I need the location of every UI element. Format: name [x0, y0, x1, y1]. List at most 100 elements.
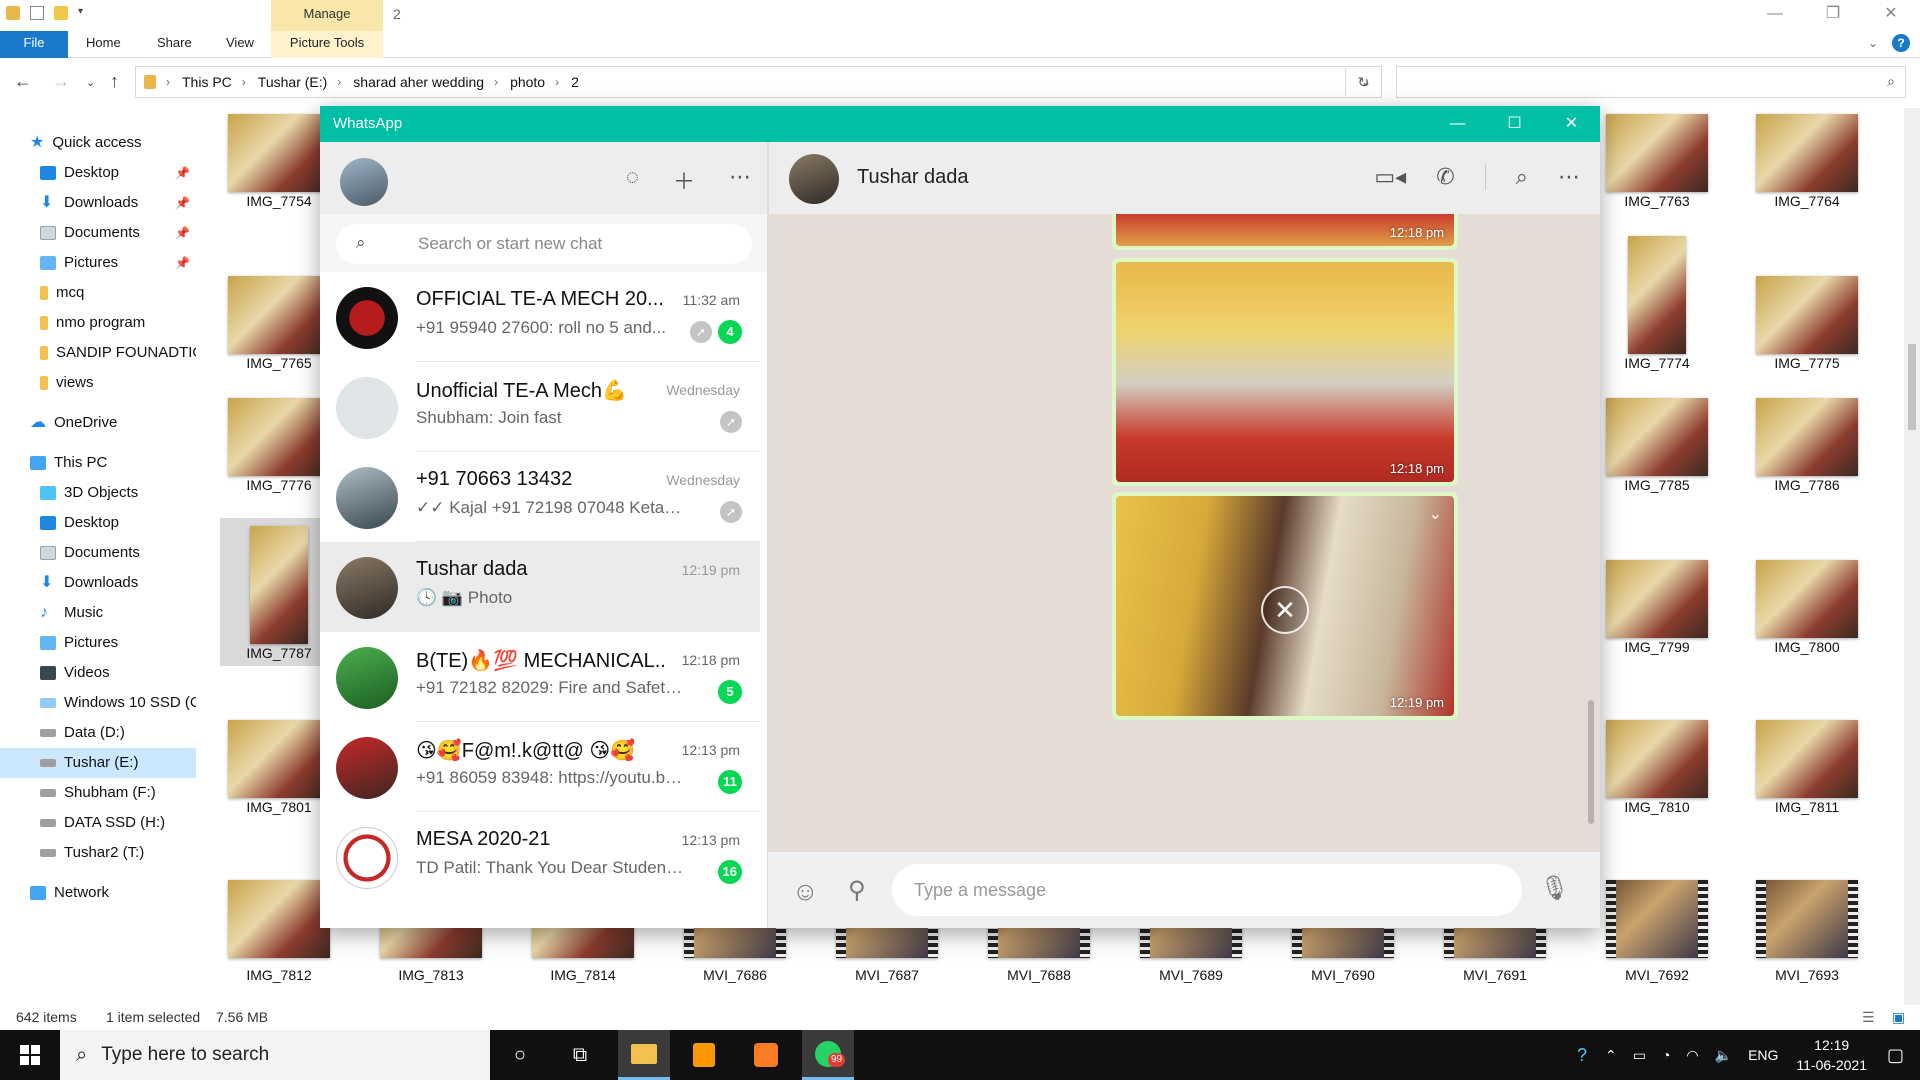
cortana-icon[interactable]: ○: [494, 1030, 546, 1080]
breadcrumb-folder[interactable]: sharad aher wedding: [353, 74, 484, 90]
nav-pc-desktop[interactable]: Desktop: [40, 508, 196, 538]
tab-home[interactable]: Home: [86, 31, 121, 58]
clock[interactable]: 12:19 11-06-2021: [1796, 1035, 1867, 1075]
menu-icon[interactable]: ⋯: [729, 164, 751, 196]
breadcrumb-current[interactable]: 2: [571, 74, 579, 90]
minimize-button[interactable]: —: [1746, 0, 1804, 28]
search-icon[interactable]: ⌕: [1516, 164, 1528, 190]
nav-this-pc[interactable]: This PC: [30, 448, 196, 478]
help-icon[interactable]: ?: [1577, 1045, 1587, 1066]
file-thumbnail[interactable]: IMG_7774: [1598, 236, 1716, 372]
nav-drive-d[interactable]: Data (D:): [40, 718, 196, 748]
nav-mcq[interactable]: mcq: [40, 278, 196, 308]
file-thumbnail[interactable]: IMG_7799: [1598, 560, 1716, 656]
image-message[interactable]: 12:18 pm: [1112, 258, 1458, 486]
chat-item[interactable]: OFFICIAL TE-A MECH 20... 11:32 am +91 95…: [320, 272, 760, 362]
nav-quick-access[interactable]: ★ Quick access: [30, 128, 196, 158]
sublime-text-taskbar-icon[interactable]: [678, 1030, 730, 1080]
tab-view[interactable]: View: [226, 31, 254, 58]
tab-picture-tools[interactable]: Picture Tools: [271, 31, 383, 58]
file-explorer-taskbar-icon[interactable]: [618, 1030, 670, 1080]
conversation-scrollbar[interactable]: [1588, 700, 1594, 824]
avatar[interactable]: [340, 158, 388, 206]
explorer-scrollbar[interactable]: [1904, 108, 1920, 1008]
new-folder-icon[interactable]: [54, 6, 68, 20]
breadcrumb-this-pc[interactable]: This PC: [182, 74, 232, 90]
nav-network[interactable]: Network: [30, 878, 196, 908]
address-box[interactable]: › This PC › Tushar (E:) › sharad aher we…: [135, 66, 1382, 98]
nav-videos[interactable]: Videos: [40, 658, 196, 688]
xampp-taskbar-icon[interactable]: [740, 1030, 792, 1080]
chat-search-input[interactable]: [418, 232, 738, 256]
nav-desktop[interactable]: Desktop 📌: [40, 158, 196, 188]
menu-icon[interactable]: ⋯: [1558, 164, 1580, 190]
nav-drive-c[interactable]: Windows 10 SSD (C: [40, 688, 196, 718]
help-icon[interactable]: ?: [1892, 34, 1910, 52]
explorer-search-input[interactable]: ⌕: [1396, 66, 1906, 98]
whatsapp-taskbar-icon[interactable]: 99: [802, 1030, 854, 1080]
file-thumbnail[interactable]: IMG_7800: [1748, 560, 1866, 656]
nav-drive-e[interactable]: Tushar (E:): [0, 748, 196, 778]
back-arrow-icon[interactable]: ←: [14, 71, 32, 92]
large-icons-view-icon[interactable]: ▣: [1892, 1009, 1905, 1026]
refresh-icon[interactable]: ↻: [1345, 68, 1381, 96]
nav-documents[interactable]: Documents 📌: [40, 218, 196, 248]
notification-center-icon[interactable]: ▢: [1887, 1045, 1904, 1066]
nav-pc-pictures[interactable]: Pictures: [40, 628, 196, 658]
minimize-button[interactable]: —: [1429, 106, 1486, 142]
start-button[interactable]: [0, 1030, 60, 1080]
chat-item[interactable]: 😘🥰F@m!.k@tt@ 😘🥰 12:13 pm +91 86059 83948…: [320, 722, 760, 812]
microphone-icon[interactable]: 🎙: [1540, 874, 1570, 903]
nav-onedrive[interactable]: ☁ OneDrive: [30, 408, 196, 438]
nav-drive-h[interactable]: DATA SSD (H:): [40, 808, 196, 838]
network-icon[interactable]: ◔: [1662, 1047, 1670, 1063]
wifi-icon[interactable]: ◠: [1686, 1047, 1698, 1064]
chat-item[interactable]: +91 70663 13432 Wednesday ✓✓ Kajal +91 7…: [320, 452, 760, 542]
image-message[interactable]: 12:18 pm: [1112, 214, 1458, 250]
message-photo[interactable]: ⌄ ✕ 12:19 pm: [1116, 496, 1454, 716]
chat-item[interactable]: MESA 2020-21 12:13 pm TD Patil: Thank Yo…: [320, 812, 760, 902]
nav-pictures[interactable]: Pictures 📌: [40, 248, 196, 278]
phone-icon[interactable]: ✆: [1436, 164, 1454, 190]
file-thumbnail[interactable]: IMG_7810: [1598, 720, 1716, 816]
chevron-down-icon[interactable]: ⌄: [1429, 504, 1442, 524]
expand-ribbon-icon[interactable]: ⌄: [1868, 36, 1878, 50]
image-message-uploading[interactable]: ⌄ ✕ 12:19 pm: [1112, 492, 1458, 720]
close-button[interactable]: ✕: [1543, 106, 1600, 142]
language-indicator[interactable]: ENG: [1748, 1047, 1778, 1063]
customize-toolbar-icon[interactable]: ▾: [78, 6, 92, 20]
avatar[interactable]: [789, 154, 839, 204]
attach-icon[interactable]: ⚲: [848, 876, 866, 905]
chat-item-active[interactable]: Tushar dada 12:19 pm 🕓 📷 Photo: [320, 542, 760, 632]
tab-share[interactable]: Share: [157, 31, 192, 58]
maximize-button[interactable]: ☐: [1486, 106, 1543, 142]
video-call-icon[interactable]: ▭◂: [1374, 164, 1406, 190]
file-thumbnail[interactable]: IMG_7786: [1748, 398, 1866, 494]
nav-nmo-program[interactable]: nmo program: [40, 308, 196, 338]
cancel-upload-button[interactable]: ✕: [1261, 586, 1309, 634]
message-photo[interactable]: 12:18 pm: [1116, 214, 1454, 246]
video-thumbnail[interactable]: MVI_7692: [1598, 880, 1716, 983]
nav-music[interactable]: ♪ Music: [40, 598, 196, 628]
message-input[interactable]: [892, 864, 1522, 916]
forward-arrow-icon[interactable]: →: [52, 71, 70, 92]
contact-name[interactable]: Tushar dada: [857, 166, 969, 189]
details-view-icon[interactable]: ☰: [1862, 1009, 1875, 1026]
manage-tab[interactable]: Manage: [271, 0, 383, 31]
close-button[interactable]: ✕: [1862, 0, 1920, 28]
file-thumbnail[interactable]: IMG_7785: [1598, 398, 1716, 494]
task-view-icon[interactable]: ⧉: [554, 1030, 606, 1080]
file-thumbnail[interactable]: IMG_7763: [1598, 114, 1716, 210]
chevron-up-icon[interactable]: ⌃: [1605, 1047, 1617, 1064]
new-chat-icon[interactable]: ＋: [673, 164, 695, 196]
nav-pc-downloads[interactable]: ⬇ Downloads: [40, 568, 196, 598]
breadcrumb-drive[interactable]: Tushar (E:): [258, 74, 328, 90]
tab-file[interactable]: File: [0, 31, 68, 58]
status-icon[interactable]: ◌: [626, 164, 639, 196]
file-thumbnail[interactable]: IMG_7764: [1748, 114, 1866, 210]
restore-button[interactable]: ❐: [1804, 0, 1862, 28]
taskbar-search[interactable]: ⌕ Type here to search: [60, 1030, 490, 1080]
scrollbar-thumb[interactable]: [1908, 344, 1916, 430]
properties-icon[interactable]: [30, 6, 44, 20]
up-arrow-icon[interactable]: ↑: [110, 71, 119, 92]
